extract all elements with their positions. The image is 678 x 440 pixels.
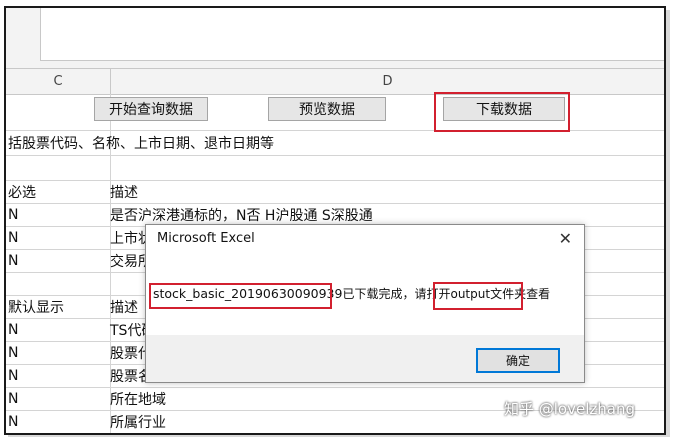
cell-c[interactable]: N — [8, 250, 18, 272]
preview-data-button[interactable]: 预览数据 — [268, 97, 386, 121]
cell-c[interactable]: N — [8, 227, 18, 249]
close-icon[interactable]: ✕ — [559, 229, 572, 248]
watermark: 知乎 @lovelzhang — [504, 400, 635, 418]
formula-bar-area — [6, 8, 664, 68]
dialog-title: Microsoft Excel — [157, 231, 255, 246]
cell-c[interactable]: N — [8, 411, 18, 433]
cell-d[interactable]: 所属行业 — [110, 411, 166, 433]
cell-c[interactable]: N — [8, 342, 18, 364]
cell-d[interactable]: 是否沪深港通标的，N否 H沪股通 S深股通 — [110, 204, 373, 226]
highlight-folder-box — [433, 282, 523, 310]
column-headers: C D — [6, 68, 664, 95]
message-dialog: Microsoft Excel ✕ stock_basic_2019063009… — [145, 224, 585, 383]
column-header-c[interactable]: C — [6, 69, 111, 94]
cell-c[interactable]: 必选 — [8, 181, 36, 203]
cell-d[interactable]: 所在地域 — [110, 388, 166, 410]
table-row: 括股票代码、名称、上市日期、退市日期等 — [6, 131, 664, 156]
dialog-footer: 确定 — [146, 335, 584, 382]
column-header-d[interactable]: D — [111, 69, 664, 94]
cell-d[interactable]: 描述 — [110, 296, 138, 318]
cell-c[interactable]: N — [8, 388, 18, 410]
cell-c[interactable]: N — [8, 204, 18, 226]
table-row: 开始查询数据 预览数据 下载数据 — [6, 92, 664, 132]
cell-c[interactable]: N — [8, 319, 18, 341]
cell-c[interactable]: N — [8, 365, 18, 387]
cell-c[interactable]: 括股票代码、名称、上市日期、退市日期等 — [8, 131, 274, 155]
ok-button[interactable]: 确定 — [476, 348, 560, 373]
cell-c[interactable]: 默认显示 — [8, 296, 64, 318]
formula-input[interactable] — [40, 8, 664, 61]
highlight-filename-box — [149, 283, 332, 309]
cell-d[interactable]: 描述 — [110, 181, 138, 203]
start-query-button[interactable]: 开始查询数据 — [94, 97, 208, 121]
highlight-download-box — [434, 92, 570, 132]
table-row: 必选 描述 — [6, 181, 664, 204]
table-row — [6, 156, 664, 181]
